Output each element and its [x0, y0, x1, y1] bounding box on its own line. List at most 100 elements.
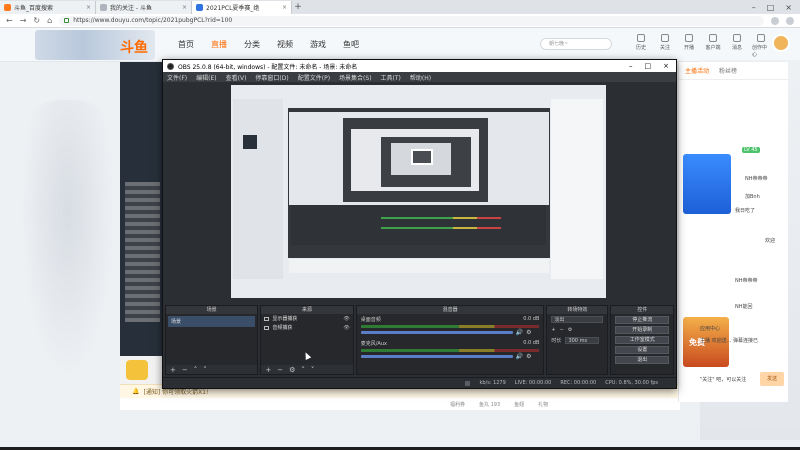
- chat-message: 欢迎: [765, 238, 776, 244]
- preview-site-left: [233, 99, 283, 279]
- follow-button[interactable]: 关注: [656, 34, 674, 58]
- volume-slider[interactable]: [360, 355, 513, 358]
- nav-home[interactable]: 首页: [178, 39, 194, 50]
- down-icon[interactable]: ˅: [311, 366, 315, 374]
- obs-logo-icon: [167, 62, 174, 70]
- obs-menubar: 文件(F) 编辑(E) 查看(V) 停靠窗口(D) 配置文件(P) 场景集合(S…: [163, 72, 676, 82]
- maximize-icon[interactable]: □: [645, 62, 652, 70]
- gift-icon[interactable]: [126, 360, 148, 380]
- menu-view[interactable]: 查看(V): [226, 73, 247, 82]
- tab-anchor-activity[interactable]: 主播活动: [685, 66, 709, 75]
- minimize-icon[interactable]: –: [752, 3, 756, 12]
- chat-message: NH帝帝帝: [735, 278, 758, 284]
- menu-profile[interactable]: 配置文件(P): [298, 73, 330, 82]
- obs-titlebar: OBS 25.0.8 (64-bit, windows) - 配置文件: 未命名…: [163, 60, 676, 72]
- menu-icon[interactable]: [786, 16, 794, 25]
- back-icon[interactable]: ←: [6, 16, 13, 25]
- transitions-dock: 转场特效 淡出 + − ⚙ 时长 300 ms: [546, 305, 609, 375]
- address-bar: ← → ↻ ⌂ https://www.douyu.com/topic/2021…: [0, 14, 800, 28]
- close-window-icon[interactable]: ×: [663, 62, 669, 70]
- transition-select[interactable]: 淡出: [551, 316, 604, 323]
- obs-status-bar: kb/s: 1279 LIVE: 00:00:00 REC: 00:00:00 …: [163, 377, 676, 388]
- tab-my-follows[interactable]: 我的关注 - 斗鱼 ×: [96, 1, 192, 14]
- home-icon[interactable]: ⌂: [47, 16, 52, 25]
- leaderboard-strip: [125, 182, 160, 322]
- speaker-icon[interactable]: 🔊: [516, 353, 523, 360]
- nav-live[interactable]: 直播: [211, 39, 227, 50]
- scene-item[interactable]: 场景: [168, 316, 256, 327]
- preview-infinite-core: [411, 149, 433, 165]
- duration-input[interactable]: 300 ms: [565, 337, 600, 344]
- stop-streaming-button[interactable]: 停止推流: [615, 316, 669, 324]
- obs-preview[interactable]: [231, 85, 606, 298]
- remove-icon[interactable]: −: [182, 366, 188, 374]
- send-button[interactable]: 发送: [760, 372, 784, 386]
- mixer-channel-mic: 麦克风/Aux 0.0 dB 🔊 ⚙: [360, 340, 540, 360]
- add-icon[interactable]: +: [170, 366, 176, 374]
- chat-message: "关注" 吧，可以关注: [700, 377, 747, 383]
- menu-edit[interactable]: 编辑(E): [196, 73, 216, 82]
- add-icon[interactable]: +: [551, 327, 555, 333]
- close-icon[interactable]: ×: [182, 4, 187, 11]
- speaker-icon[interactable]: 🔊: [516, 329, 523, 336]
- up-icon[interactable]: ˄: [194, 366, 198, 374]
- menu-docks[interactable]: 停靠窗口(D): [255, 73, 288, 82]
- volume-slider[interactable]: [360, 331, 513, 334]
- close-window-icon[interactable]: ×: [785, 3, 792, 12]
- nav-games[interactable]: 游戏: [310, 39, 326, 50]
- download-icon: [709, 34, 717, 42]
- extension-icon[interactable]: [771, 16, 779, 25]
- gear-icon[interactable]: ⚙: [289, 366, 295, 374]
- nav-fishbar[interactable]: 鱼吧: [343, 39, 359, 50]
- window-controls: – □ ×: [752, 3, 800, 12]
- gear-icon[interactable]: ⚙: [568, 327, 572, 333]
- down-icon[interactable]: ˅: [203, 366, 207, 374]
- main-nav: 首页 直播 分类 视频 游戏 鱼吧: [178, 39, 359, 50]
- up-icon[interactable]: ˄: [301, 366, 305, 374]
- douyu-logo[interactable]: 斗鱼: [120, 37, 148, 57]
- tab-baidu-search[interactable]: 斗鱼_百度搜索 ×: [0, 1, 96, 14]
- lock-icon: [64, 18, 70, 23]
- menu-help[interactable]: 帮助(H): [410, 73, 431, 82]
- new-tab-button[interactable]: +: [292, 2, 304, 12]
- gear-icon[interactable]: ⚙: [526, 329, 531, 336]
- obs-docks: 场景 场景 + − ˄ ˅ 来源 显示器捕获 👁 音频捕获 👁 + − ⚙ ˄ …: [163, 305, 676, 375]
- menu-scene-collection[interactable]: 场景集合(S): [339, 73, 372, 82]
- add-icon[interactable]: +: [265, 366, 271, 374]
- studio-mode-button[interactable]: 工作室模式: [615, 336, 669, 344]
- settings-button[interactable]: 设置: [615, 346, 669, 354]
- menu-tools[interactable]: 工具(T): [381, 73, 401, 82]
- chat-promo-banner[interactable]: [683, 154, 731, 214]
- maximize-icon[interactable]: □: [767, 3, 775, 12]
- creator-icon: [757, 34, 765, 42]
- remove-icon[interactable]: −: [277, 366, 283, 374]
- creator-center-button[interactable]: 创作中心: [752, 34, 770, 58]
- menu-file[interactable]: 文件(F): [167, 73, 187, 82]
- preview-notice-bar: [289, 259, 549, 273]
- user-avatar[interactable]: [772, 34, 790, 52]
- eye-icon[interactable]: 👁: [343, 325, 349, 331]
- tab-fans-rank[interactable]: 粉丝榜: [719, 66, 737, 75]
- client-button[interactable]: 客户端: [704, 34, 722, 58]
- source-item[interactable]: 音频捕获 👁: [261, 323, 352, 332]
- forward-icon[interactable]: →: [20, 16, 27, 25]
- gear-icon[interactable]: ⚙: [526, 353, 531, 360]
- url-field[interactable]: https://www.douyu.com/topic/2021pubgPCL?…: [59, 15, 764, 26]
- close-icon[interactable]: ×: [86, 4, 91, 11]
- exit-button[interactable]: 退出: [615, 356, 669, 364]
- site-search-input[interactable]: 朝七晚~: [540, 38, 612, 50]
- close-icon[interactable]: ×: [282, 4, 287, 11]
- nav-video[interactable]: 视频: [277, 39, 293, 50]
- tab-pcl-topic[interactable]: 2021PCL夏季赛_绝 ×: [192, 1, 292, 14]
- messages-button[interactable]: 消息: [728, 34, 746, 58]
- history-button[interactable]: 历史: [632, 34, 650, 58]
- eye-icon[interactable]: 👁: [343, 316, 349, 322]
- start-stream-button[interactable]: 开播: [680, 34, 698, 58]
- source-item[interactable]: 显示器捕获 👁: [261, 314, 352, 323]
- scenes-dock: 场景 场景 + − ˄ ˅: [165, 305, 259, 375]
- nav-category[interactable]: 分类: [244, 39, 260, 50]
- refresh-icon[interactable]: ↻: [33, 16, 40, 25]
- remove-icon[interactable]: −: [560, 327, 564, 333]
- start-recording-button[interactable]: 开始录制: [615, 326, 669, 334]
- minimize-icon[interactable]: –: [629, 62, 633, 70]
